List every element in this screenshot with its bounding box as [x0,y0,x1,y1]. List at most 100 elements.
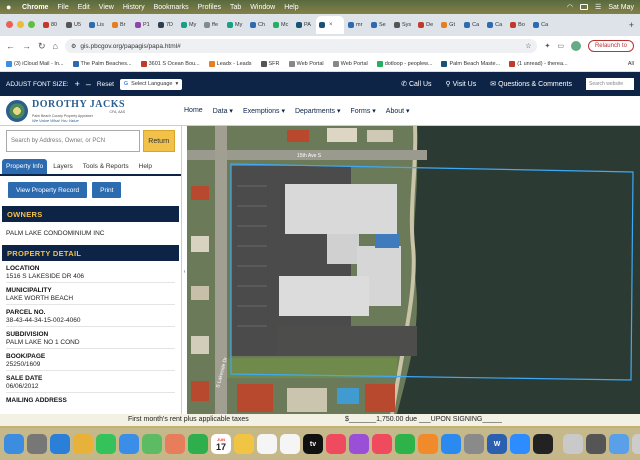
browser-tab[interactable]: De [415,16,437,34]
downloads-icon[interactable] [609,434,629,454]
font-decrease-button[interactable]: – [86,79,91,89]
browser-tab[interactable]: My [178,16,200,34]
menu-view[interactable]: View [99,4,114,11]
close-window-icon[interactable] [6,21,13,28]
return-button[interactable]: Return [142,130,175,152]
menu-window[interactable]: Window [250,4,275,11]
bookmark-item[interactable]: SFR [260,60,280,67]
pages-icon[interactable] [418,434,438,454]
messages-icon[interactable] [96,434,116,454]
bookmark-item[interactable]: Web Portal [332,60,368,67]
bookmark-item[interactable]: dotloop - peoplew... [376,60,432,67]
settings-icon[interactable] [464,434,484,454]
aerial-map[interactable]: 15th Ave S S Lakeside Dr [187,126,640,414]
browser-tab[interactable]: Ch [247,16,269,34]
calendar-icon[interactable]: JUN 17 [211,434,231,454]
browser-tab[interactable]: P1 [132,16,154,34]
nav-about[interactable]: About ▾ [386,107,410,115]
tab-property-info[interactable]: Property Info [2,159,48,174]
wifi-icon[interactable]: ◠ [567,3,573,11]
profile-avatar[interactable] [570,41,581,51]
launchpad-icon[interactable] [27,434,47,454]
trash-icon[interactable] [632,434,640,454]
close-tab-icon[interactable]: × [329,22,333,28]
bookmark-item[interactable]: Leadx - Leads [208,60,252,67]
site-info-icon[interactable]: ⚙ [71,43,76,50]
menu-bookmarks[interactable]: Bookmarks [154,4,189,11]
zoom-icon[interactable] [510,434,530,454]
side-panel-icon[interactable]: ▭ [557,42,564,50]
tab-help[interactable]: Help [135,159,156,174]
menu-tab[interactable]: Tab [230,4,241,11]
browser-tab[interactable]: Gt [438,16,460,34]
browser-tab[interactable]: ffe [201,16,223,34]
browser-tab[interactable]: mr [345,16,367,34]
battery-icon[interactable] [580,4,589,10]
tab-tools-reports[interactable]: Tools & Reports [79,159,133,174]
property-search-input[interactable]: Search by Address, Owner, or PCN [6,130,140,152]
bookmark-star-icon[interactable]: ☆ [525,42,531,50]
browser-tab[interactable]: Ca [484,16,506,34]
freeform-icon[interactable] [280,434,300,454]
view-property-record-button[interactable]: View Property Record [8,182,88,198]
address-bar[interactable]: ⚙ gis.pbcgov.org/papagis/papa.html# ☆ [64,39,538,53]
apple-menu-icon[interactable]: ● [6,2,14,12]
browser-tab[interactable]: PA [293,16,315,34]
word-icon[interactable]: W [487,434,507,454]
bookmark-item[interactable]: 3601 S Ocean Bou... [140,60,200,67]
browser-tab[interactable]: U5 [63,16,85,34]
bookmark-item[interactable]: Web Portal [288,60,324,67]
bookmark-item[interactable]: The Palm Beaches... [72,60,132,67]
podcasts-icon[interactable] [349,434,369,454]
bookmark-item[interactable]: Palm Beach Maste... [441,60,500,67]
all-bookmarks-item[interactable]: All [628,61,634,67]
news-icon[interactable] [372,434,392,454]
home-icon[interactable]: ⌂ [53,41,58,51]
safari-icon[interactable] [50,434,70,454]
nav-data[interactable]: Data ▾ [213,107,233,115]
new-tab-icon[interactable]: + [629,20,634,30]
menu-app-chrome[interactable]: Chrome [22,4,48,11]
site-logo[interactable]: DOROTHY JACKS CFA, AAS Palm Beach County… [0,96,180,126]
music-icon[interactable] [326,434,346,454]
browser-tab[interactable]: Br [109,16,131,34]
bookmark-item[interactable]: (1 unread) - therea... [509,60,568,67]
browser-tab[interactable]: 7D [155,16,177,34]
mail-icon[interactable] [119,434,139,454]
zoom-window-icon[interactable] [28,21,35,28]
browser-tab[interactable]: 80 [40,16,62,34]
browser-tab[interactable]: Ca [461,16,483,34]
menu-edit[interactable]: Edit [78,4,90,11]
quicktime-icon[interactable] [533,434,553,454]
bookmark-item[interactable]: (3) iCloud Mail - In... [6,60,64,67]
chrome-icon[interactable] [73,434,93,454]
site-search-input[interactable]: Search website [586,78,634,90]
browser-tab[interactable]: My [224,16,246,34]
nav-departments[interactable]: Departments ▾ [295,107,341,115]
menu-file[interactable]: File [57,4,68,11]
browser-tab[interactable]: Lis [86,16,108,34]
photos-icon[interactable] [165,434,185,454]
back-icon[interactable]: ← [6,41,15,51]
appstore-icon[interactable] [441,434,461,454]
reload-icon[interactable]: ↻ [38,41,46,52]
questions-link[interactable]: ✉ Questions & Comments [490,80,572,88]
reminders-icon[interactable] [257,434,277,454]
print-button[interactable]: Print [92,182,122,198]
font-increase-button[interactable]: + [75,79,80,89]
nav-home[interactable]: Home [184,107,203,115]
relaunch-button[interactable]: Relaunch to [587,40,634,52]
menu-history[interactable]: History [123,4,145,11]
finder-icon[interactable] [4,434,24,454]
forward-icon[interactable]: → [22,41,31,51]
font-reset-button[interactable]: Reset [97,81,114,88]
browser-tab[interactable]: Ca [530,16,552,34]
notes-icon[interactable] [234,434,254,454]
browser-tab[interactable]: Mc [270,16,292,34]
nav-forms[interactable]: Forms ▾ [351,107,376,115]
screenshot-icon[interactable] [586,434,606,454]
extensions-icon[interactable]: ✦ [544,42,550,50]
minimize-window-icon[interactable] [17,21,24,28]
menu-help[interactable]: Help [284,4,298,11]
menu-clock[interactable]: Sat May [608,4,634,11]
